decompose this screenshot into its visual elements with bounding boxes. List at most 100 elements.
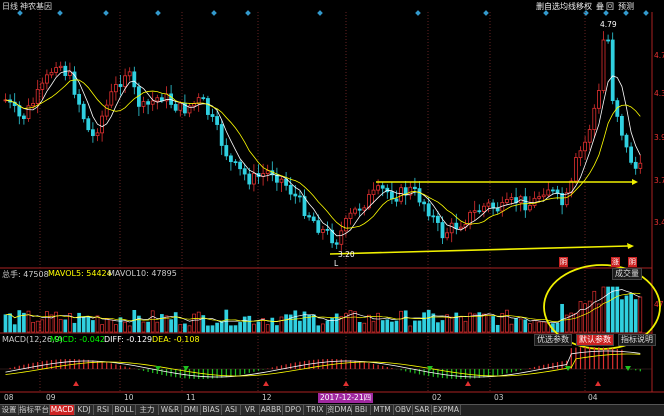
buy-arrow	[343, 381, 349, 386]
volume-bar	[454, 312, 459, 333]
macd-value: MACD: -0.042	[50, 335, 106, 344]
ma-button[interactable]: 均线	[560, 1, 576, 12]
candle-body	[495, 207, 500, 212]
remove-watchlist-button[interactable]: 删自选	[536, 1, 560, 12]
volume-bar	[279, 316, 284, 333]
candle-body	[297, 195, 302, 198]
tab-dma[interactable]: 资DMA	[327, 405, 352, 415]
tab-vr[interactable]: VR	[241, 405, 260, 415]
resistance-arrowhead	[632, 179, 638, 185]
tab-macd[interactable]: MACD	[50, 405, 75, 415]
low-marker: L	[334, 259, 339, 268]
tab-asi[interactable]: ASI	[222, 405, 241, 415]
volume-bar	[63, 319, 68, 333]
price-axis: 4.74.33.93.73.447	[654, 51, 664, 309]
x-label-12: 12	[262, 393, 272, 402]
volume-bar	[371, 320, 376, 333]
tab-obv[interactable]: OBV	[394, 405, 413, 415]
candle-body	[560, 193, 564, 206]
tab-boll[interactable]: BOLL	[113, 405, 136, 415]
volume-bar	[219, 320, 224, 333]
candle-body	[583, 141, 587, 152]
volume-bar	[298, 320, 302, 333]
volume-bar	[390, 321, 394, 333]
x-label-09: 09	[46, 393, 56, 402]
candle-body	[592, 107, 597, 131]
tab-[interactable]: 指标平台	[19, 405, 50, 415]
volume-bar	[252, 323, 256, 333]
tab-expma[interactable]: EXPMA	[432, 405, 461, 415]
volume-bar	[620, 299, 624, 333]
candle-body	[247, 173, 252, 185]
volume-bar	[394, 320, 399, 333]
volume-bar	[127, 325, 132, 333]
candle-body	[265, 170, 270, 175]
default-params-button[interactable]: 默认参数	[576, 334, 614, 346]
volume-bar	[624, 295, 629, 333]
x-label-04: 04	[588, 393, 598, 402]
tab-wr[interactable]: W&R	[159, 405, 182, 415]
candle-body	[192, 103, 197, 107]
volume-bar	[104, 318, 109, 333]
volume-bar	[77, 312, 81, 333]
candle-body	[601, 39, 606, 91]
candle-body	[224, 145, 229, 157]
volume-bar	[293, 310, 298, 333]
back-button[interactable]: 回	[606, 1, 614, 12]
volume-bar	[592, 290, 597, 333]
volume-bar	[426, 309, 431, 333]
tab-bias[interactable]: BIAS	[201, 405, 222, 415]
volume-bar	[413, 320, 417, 333]
volume-bar	[256, 321, 261, 333]
volume-bar	[270, 317, 275, 333]
volume-bar	[463, 320, 468, 333]
volume-bar	[403, 310, 408, 333]
candle-body	[114, 84, 118, 93]
tab-dpo[interactable]: DPO	[283, 405, 304, 415]
volume-bar	[72, 322, 77, 333]
volume-bar	[169, 319, 173, 333]
tab-mtm[interactable]: MTM	[371, 405, 394, 415]
volume-bar	[459, 316, 463, 333]
tab-[interactable]: 设置	[0, 405, 19, 415]
tab-arbr[interactable]: ARBR	[260, 405, 283, 415]
buy-arrow	[263, 381, 269, 386]
volume-bar	[316, 325, 321, 333]
period-label: 日线	[2, 2, 18, 11]
volume-bar	[12, 324, 17, 333]
candle-body	[348, 212, 353, 219]
volume-bar	[141, 321, 146, 333]
candle-body	[49, 72, 54, 76]
candle-body	[551, 189, 555, 192]
volume-bar	[638, 296, 643, 333]
volume-bar	[40, 319, 45, 333]
indicator-tab-bar: 设置 指标平台 MACD KDJ RSI BOLL 主力 W&R DMI BIAS ASI VR ARB…	[0, 404, 664, 416]
volume-indicator-button[interactable]: 成交量	[612, 268, 642, 280]
candle-body	[334, 242, 339, 245]
candle-body	[620, 115, 624, 136]
candle-body	[109, 91, 114, 106]
candle-body	[86, 118, 91, 131]
candle-body	[472, 210, 477, 213]
candle-body	[587, 129, 592, 143]
volume-bar	[210, 325, 215, 333]
candle-body	[228, 155, 233, 163]
volume-bar	[330, 317, 334, 333]
tab-rsi[interactable]: RSI	[94, 405, 113, 415]
tab-dmi[interactable]: DMI	[182, 405, 201, 415]
volume-bar	[307, 314, 311, 333]
volume-bar	[26, 310, 31, 333]
dea-value: DEA: -0.108	[152, 335, 200, 344]
tab-[interactable]: 主力	[136, 405, 159, 415]
overlay-button[interactable]: 叠	[596, 1, 604, 12]
tab-bbi[interactable]: BBI	[352, 405, 371, 415]
candle-body	[399, 187, 404, 202]
tab-sar[interactable]: SAR	[413, 405, 432, 415]
tab-kdj[interactable]: KDJ	[75, 405, 94, 415]
volume-bar	[192, 313, 196, 333]
candle-body	[205, 98, 210, 115]
candle-body	[35, 89, 40, 104]
select-params-button[interactable]: 优选参数	[534, 334, 572, 346]
tab-trix[interactable]: TRIX	[304, 405, 327, 415]
indicator-usage-button[interactable]: 指标说明	[618, 334, 656, 346]
